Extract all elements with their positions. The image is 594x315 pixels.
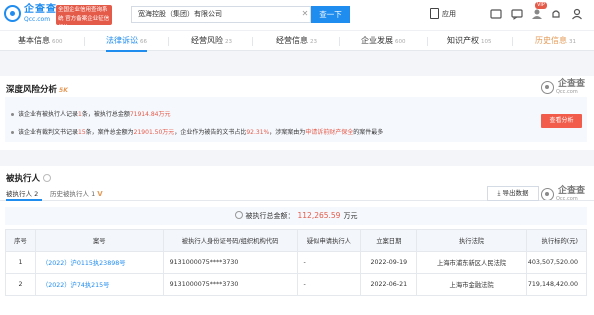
tab-business-risk[interactable]: 经营风险 23 [191,31,232,52]
risk-analysis-panel: 深度风险分析 5K 企查查 Qcc.com 该企业有被执行人记录1条，被执行总金额… [0,76,594,150]
risk-line-judgments: 该企业有裁判文书记录15条，案件总金额为21901.50万元，企业作为被告的文书… [11,127,383,136]
tab-development[interactable]: 企业发展 600 [361,31,406,52]
col-header-applicant: 疑似申请执行人 [296,229,362,252]
tab-business-info[interactable]: 经营信息 23 [276,31,317,52]
section-tabs: 基本信息 600 法律诉讼 66 经营风险 23 经营信息 23 企业发展 600 知识产… [0,30,594,52]
message-icon[interactable] [511,8,523,20]
table-header-row: 序号 案号 被执行人身份证号码/组织机构代码 疑似申请执行人 立案日期 执行法院… [5,229,588,252]
total-amount: 112,265.59 [297,211,341,220]
col-header-amount: 执行标的(元) [525,229,588,252]
search-input[interactable]: 宽海控股（集团）有限公司 [131,6,311,23]
risk-title: 深度风险分析 5K [6,85,68,95]
col-header-court: 执行法院 [416,229,527,252]
col-header-case: 案号 [34,229,164,252]
case-link[interactable]: （2022）沪74执215号 [42,282,110,289]
clear-icon[interactable]: ✕ [300,9,310,19]
tab-history[interactable]: 历史信息 31 [535,31,576,52]
vip-badge: VIP [535,2,547,9]
tab-legal[interactable]: 法律诉讼 66 [106,31,147,52]
executed-person-panel: 被执行人 企查查 Qcc.com 被执行人 2 历史被执行人 1 V ⤓ 导出数… [0,166,594,315]
app-label[interactable]: 应用 [442,9,456,19]
app-icon[interactable] [430,8,439,19]
subtab-history[interactable]: 历史被执行人 1 V [50,188,103,198]
tab-basic-info[interactable]: 基本信息 600 [18,31,63,52]
case-link[interactable]: （2022）沪0115执23898号 [42,260,126,267]
download-icon: ⤓ [497,189,501,197]
logo-domain: Qcc.com [24,16,51,23]
layers-icon[interactable] [490,8,502,20]
qcc-watermark: 企查查 Qcc.com [541,79,585,95]
info-icon[interactable] [43,174,52,182]
col-header-id: 被执行人身份证号码/组织机构代码 [162,229,298,252]
qcc-logo[interactable]: 企查查 Qcc.com [4,4,57,23]
logo-name: 企查查 [24,4,57,15]
executed-table: 序号 案号 被执行人身份证号码/组织机构代码 疑似申请执行人 立案日期 执行法院… [5,229,588,296]
view-analysis-button[interactable]: 查看分析 [541,114,582,128]
certification-tag: 全国企业信用查询系统 官方备案企业征信机构 [56,5,112,31]
risk-badge: 5K [59,87,68,94]
info-circle-icon [234,211,243,219]
logo-icon [4,5,21,22]
user-avatar-icon[interactable] [531,8,543,20]
col-header-no: 序号 [5,229,36,252]
watermark-icon [541,80,554,94]
top-header: 企查查 Qcc.com 全国企业信用查询系统 官方备案企业征信机构 宽海控股（集… [0,0,594,31]
col-header-date: 立案日期 [360,229,418,252]
subtab-current[interactable]: 被执行人 2 [6,188,38,198]
risk-line-executed: 该企业有被执行人记录1条，被执行总金额71914.84万元 [11,109,171,118]
executed-title: 被执行人 [6,172,52,184]
export-data-button[interactable]: ⤓ 导出数据 [487,186,539,201]
search-button[interactable]: 查一下 [311,6,350,23]
table-row: 1 （2022）沪0115执23898号 9131000075****3730 … [5,251,588,274]
active-tab-indicator [6,199,42,201]
user-icon[interactable] [571,8,583,20]
bell-icon[interactable] [550,8,562,20]
tab-ip[interactable]: 知识产权 105 [447,31,492,52]
page: 企查查 Qcc.com 全国企业信用查询系统 官方备案企业征信机构 宽海控股（集… [0,0,594,315]
table-row: 2 （2022）沪74执215号 9131000075****3730 - 20… [5,273,588,296]
vip-mark: V [97,190,103,198]
total-amount-bar: 被执行总金额： 112,265.59 万元 [5,207,587,225]
